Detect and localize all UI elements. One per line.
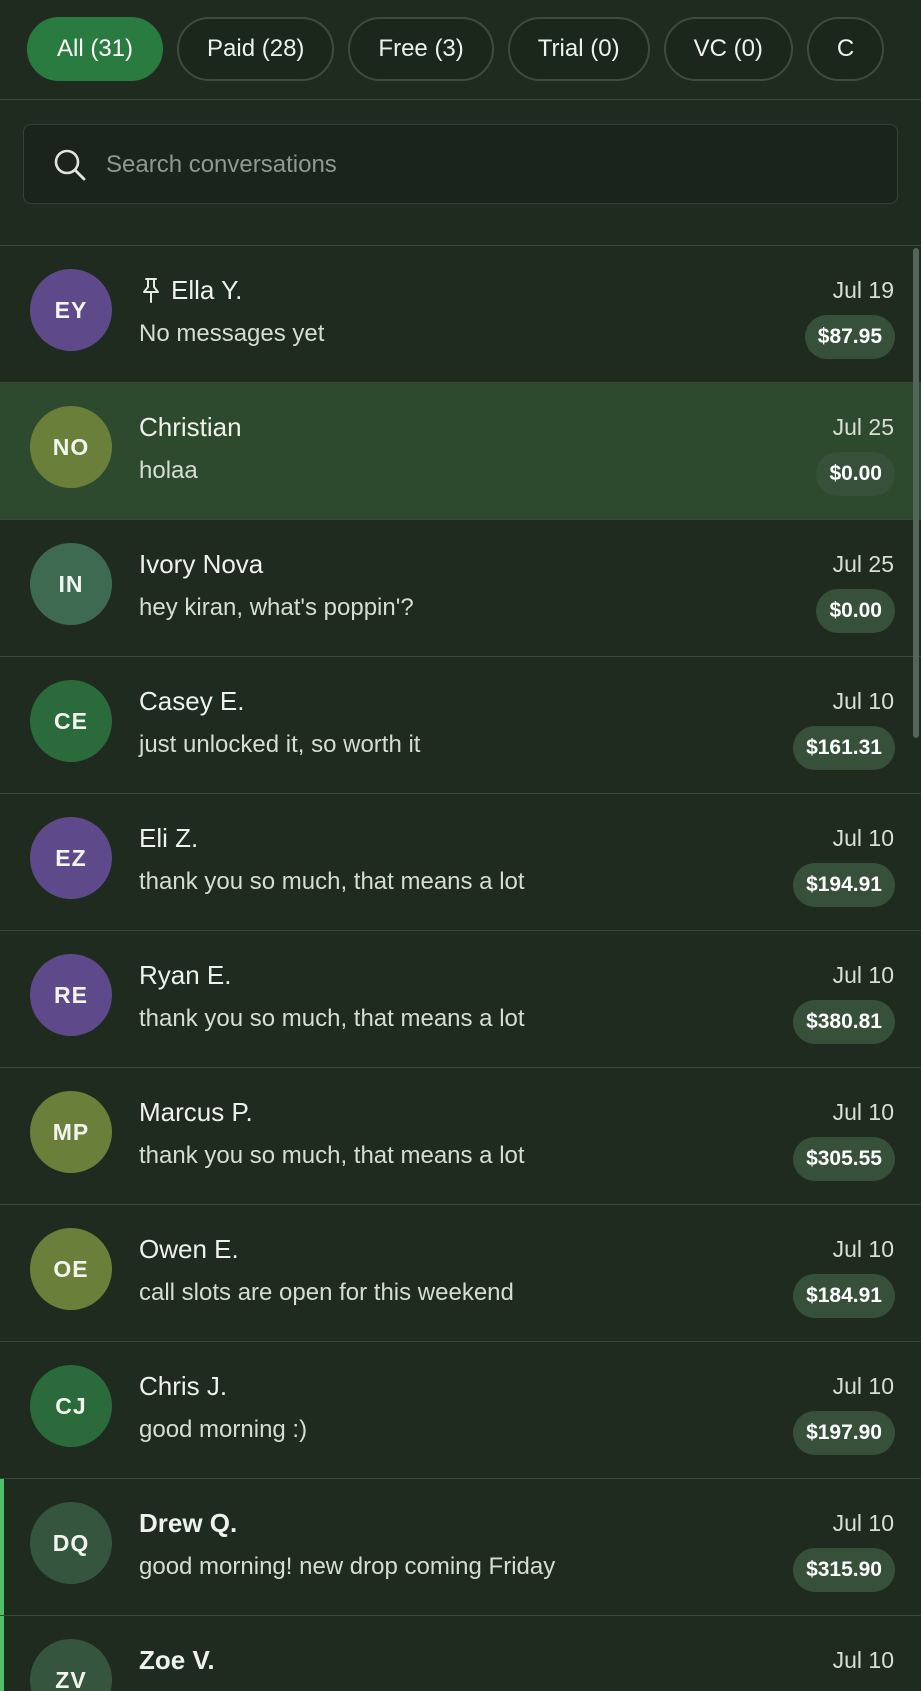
filter-tab-1[interactable]: Paid (28) (177, 17, 335, 81)
message-preview: thank you so much, that means a lot (139, 1005, 525, 1032)
conversation-name-line: Zoe V. (139, 1642, 215, 1678)
message-preview: hey kiran, what's poppin'? (139, 594, 414, 621)
conversation-list: EY Ella Y. No messages yet Jul 19 $87.95 NO Ch… (0, 246, 921, 1691)
message-preview: good morning! new drop coming Friday (139, 1553, 556, 1580)
conversation-name-line: Ivory Nova (139, 546, 263, 582)
conversation-row[interactable]: NO Christian holaa Jul 25 $0.00 (0, 383, 921, 520)
conversation-date: Jul 25 (832, 414, 894, 440)
spend-amount-badge: $197.90 (793, 1411, 895, 1455)
conversation-row[interactable]: RE Ryan E. thank you so much, that means a… (0, 931, 921, 1068)
conversation-row[interactable]: IN Ivory Nova hey kiran, what's poppin'? Ju… (0, 520, 921, 657)
message-preview: No messages yet (139, 320, 325, 347)
conversation-row[interactable]: OE Owen E. call slots are open for this we… (0, 1205, 921, 1342)
conversation-name-line: Christian (139, 409, 242, 445)
filter-tabs: All (31) Paid (28) Free (3) Trial (0) VC (0)… (27, 17, 885, 81)
spend-amount-badge: $194.91 (793, 863, 895, 907)
conversation-date: Jul 10 (832, 825, 894, 851)
conversation-name-line: Casey E. (139, 683, 245, 719)
spend-amount-badge: $184.91 (793, 1274, 895, 1318)
conversation-name: Chris J. (139, 1370, 228, 1401)
conversation-date: Jul 19 (832, 277, 894, 303)
avatar: NO (30, 406, 112, 488)
conversation-date: Jul 25 (832, 551, 894, 577)
avatar: IN (30, 543, 112, 625)
message-preview: just unlocked it, so worth it (139, 731, 421, 758)
avatar: MP (30, 1091, 112, 1173)
conversation-name: Owen E. (139, 1233, 239, 1264)
spend-amount-badge: $305.55 (793, 1137, 895, 1181)
conversation-name-line: Chris J. (139, 1368, 227, 1404)
conversation-row[interactable]: CE Casey E. just unlocked it, so worth it J… (0, 657, 921, 794)
conversation-row[interactable]: ZV Zoe V. Jul 10 (0, 1616, 921, 1691)
conversation-name: Christian (139, 411, 242, 442)
conversation-name-line: Eli Z. (139, 820, 198, 856)
conversation-date: Jul 10 (832, 1647, 894, 1673)
avatar: ZV (30, 1639, 112, 1691)
scrollbar-thumb[interactable] (913, 248, 919, 738)
filter-tab-2[interactable]: Free (3) (348, 17, 494, 81)
spend-amount-badge: $0.00 (816, 589, 895, 633)
message-preview: thank you so much, that means a lot (139, 868, 525, 895)
avatar: OE (30, 1228, 112, 1310)
filter-tab-4[interactable]: VC (0) (663, 17, 793, 81)
message-preview: thank you so much, that means a lot (139, 1142, 525, 1169)
spend-amount-badge: $161.31 (793, 726, 895, 770)
search-section (0, 100, 921, 246)
conversation-date: Jul 10 (832, 1099, 894, 1125)
filter-tab-3[interactable]: Trial (0) (507, 17, 650, 81)
message-preview: call slots are open for this weekend (139, 1279, 514, 1306)
conversation-date: Jul 10 (832, 1373, 894, 1399)
conversation-name: Casey E. (139, 685, 245, 716)
conversation-name: Ivory Nova (139, 548, 264, 579)
avatar: CE (30, 680, 112, 762)
message-preview: holaa (139, 457, 198, 484)
search-input[interactable] (104, 125, 868, 205)
conversation-name-line: Ryan E. (139, 957, 232, 993)
avatar: EY (30, 269, 112, 351)
conversation-name-line: Owen E. (139, 1231, 239, 1267)
conversation-row[interactable]: EZ Eli Z. thank you so much, that means a … (0, 794, 921, 931)
message-preview: good morning :) (139, 1416, 308, 1443)
conversation-name-line: Marcus P. (139, 1094, 253, 1130)
spend-amount-badge: $0.00 (816, 452, 895, 496)
conversation-name: Ella Y. (171, 274, 243, 305)
filter-tab-0[interactable]: All (31) (27, 17, 164, 81)
pin-icon (143, 278, 159, 303)
avatar: EZ (30, 817, 112, 899)
conversation-name-line: Drew Q. (139, 1505, 237, 1541)
conversation-name: Drew Q. (139, 1507, 238, 1538)
conversation-row[interactable]: DQ Drew Q. good morning! new drop coming F… (0, 1479, 921, 1616)
avatar: RE (30, 954, 112, 1036)
conversation-name: Eli Z. (139, 822, 199, 853)
conversation-name: Zoe V. (139, 1644, 215, 1675)
conversation-row[interactable]: CJ Chris J. good morning :) Jul 10 $197.90 (0, 1342, 921, 1479)
spend-amount-badge: $87.95 (804, 315, 895, 359)
conversation-list-scrollbar[interactable] (911, 246, 921, 1691)
filter-tab-5[interactable]: C (806, 17, 885, 81)
spend-amount-badge: $315.90 (793, 1548, 895, 1592)
conversation-date: Jul 10 (832, 688, 894, 714)
conversation-row[interactable]: EY Ella Y. No messages yet Jul 19 $87.95 (0, 246, 921, 383)
filter-tabs-bar: All (31) Paid (28) Free (3) Trial (0) VC (0)… (0, 0, 921, 100)
conversation-date: Jul 10 (832, 1510, 894, 1536)
avatar: CJ (30, 1365, 112, 1447)
search-box[interactable] (23, 124, 898, 205)
conversation-name-line: Ella Y. (139, 272, 242, 308)
spend-amount-badge: $380.81 (793, 1000, 895, 1044)
search-icon (54, 149, 86, 181)
conversation-name: Marcus P. (139, 1096, 253, 1127)
conversation-row[interactable]: MP Marcus P. thank you so much, that means… (0, 1068, 921, 1205)
conversation-date: Jul 10 (832, 962, 894, 988)
conversation-name: Ryan E. (139, 959, 232, 990)
avatar: DQ (30, 1502, 112, 1584)
conversation-date: Jul 10 (832, 1236, 894, 1262)
